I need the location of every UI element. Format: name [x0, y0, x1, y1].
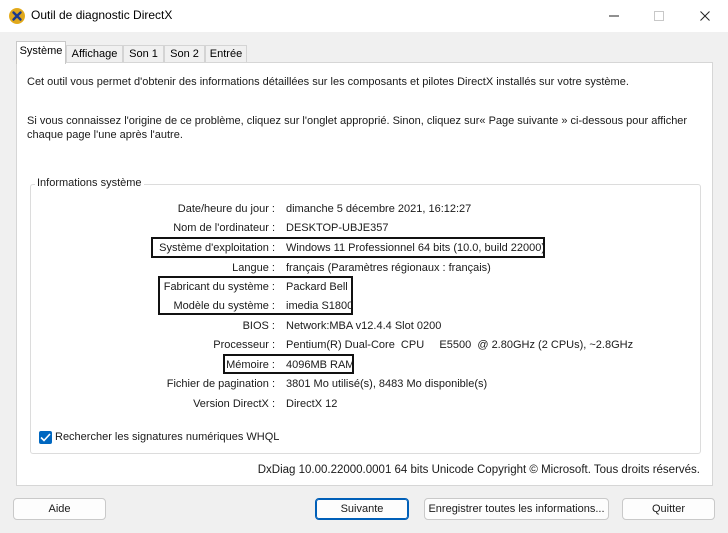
row-manufacturer: Fabricant du système : Packard Bell [31, 281, 702, 297]
row-date: Date/heure du jour : dimanche 5 décembre… [31, 203, 702, 219]
row-memory: Mémoire : 4096MB RAM [31, 359, 702, 375]
close-icon [700, 11, 710, 21]
date-label: Date/heure du jour : [177, 203, 275, 215]
pagefile-label: Fichier de pagination : [166, 378, 275, 390]
directx-icon [9, 8, 25, 24]
window-title: Outil de diagnostic DirectX [31, 8, 173, 22]
highlight-memory-box [223, 354, 354, 374]
save-all-info-button[interactable]: Enregistrer toutes les informations... [424, 498, 609, 520]
check-icon [40, 433, 51, 442]
date-value: dimanche 5 décembre 2021, 16:12:27 [286, 203, 472, 215]
tab-son-2[interactable]: Son 2 [164, 45, 205, 63]
processor-label: Processeur : [213, 339, 275, 351]
row-pagefile: Fichier de pagination : 3801 Mo utilisé(… [31, 378, 702, 394]
maximize-button[interactable] [636, 0, 682, 32]
tab-bar: Système Affichage Son 1 Son 2 Entrée [0, 41, 728, 64]
directx-version-label: Version DirectX : [193, 398, 275, 410]
copyright-text: DxDiag 10.00.22000.0001 64 bits Unicode … [257, 464, 700, 476]
tab-systeme[interactable]: Système [16, 41, 66, 64]
intro-text: Cet outil vous permet d'obtenir des info… [27, 76, 629, 88]
pagefile-value: 3801 Mo utilisé(s), 8483 Mo disponible(s… [286, 378, 488, 390]
highlight-manufacturer-model-box [158, 276, 353, 315]
computer-name-label: Nom de l'ordinateur : [173, 222, 275, 234]
language-value: français (Paramètres régionaux : françai… [286, 262, 491, 274]
row-model: Modèle du système : imedia S1800 [31, 300, 702, 316]
whql-checkbox[interactable] [39, 431, 52, 444]
group-title: Informations système [35, 177, 144, 189]
system-tab-panel: Cet outil vous permet d'obtenir des info… [16, 62, 713, 486]
row-processor: Processeur : Pentium(R) Dual-Core CPU E5… [31, 339, 702, 355]
maximize-icon [654, 11, 664, 21]
quit-button[interactable]: Quitter [622, 498, 715, 520]
title-bar: Outil de diagnostic DirectX [0, 0, 728, 32]
computer-name-value: DESKTOP-UBJE357 [286, 222, 389, 234]
bios-label: BIOS : [242, 320, 275, 332]
help-text-line-1: Si vous connaissez l'origine de ce probl… [27, 115, 688, 127]
next-button[interactable]: Suivante [315, 498, 409, 520]
close-button[interactable] [682, 0, 728, 32]
row-computer-name: Nom de l'ordinateur : DESKTOP-UBJE357 [31, 222, 702, 238]
bios-value: Network:MBA v12.4.4 Slot 0200 [286, 320, 442, 332]
row-directx: Version DirectX : DirectX 12 [31, 398, 702, 414]
whql-checkbox-label[interactable]: Rechercher les signatures numériques WHQ… [55, 431, 279, 443]
minimize-icon [609, 15, 619, 17]
tab-son-1[interactable]: Son 1 [123, 45, 164, 63]
language-label: Langue : [232, 262, 275, 274]
processor-value: Pentium(R) Dual-Core CPU E5500 @ 2.80GHz… [286, 339, 634, 351]
tab-entree[interactable]: Entrée [205, 45, 247, 63]
highlight-os-box [151, 237, 545, 258]
help-text-line-2: chaque page l'une après l'autre. [27, 129, 183, 141]
help-button[interactable]: Aide [13, 498, 106, 520]
directx-version-value: DirectX 12 [286, 398, 338, 410]
row-language: Langue : français (Paramètres régionaux … [31, 262, 702, 278]
row-bios: BIOS : Network:MBA v12.4.4 Slot 0200 [31, 320, 702, 336]
system-info-group: Informations système Date/heure du jour … [30, 177, 702, 454]
minimize-button[interactable] [591, 0, 637, 32]
tab-affichage[interactable]: Affichage [66, 45, 123, 63]
